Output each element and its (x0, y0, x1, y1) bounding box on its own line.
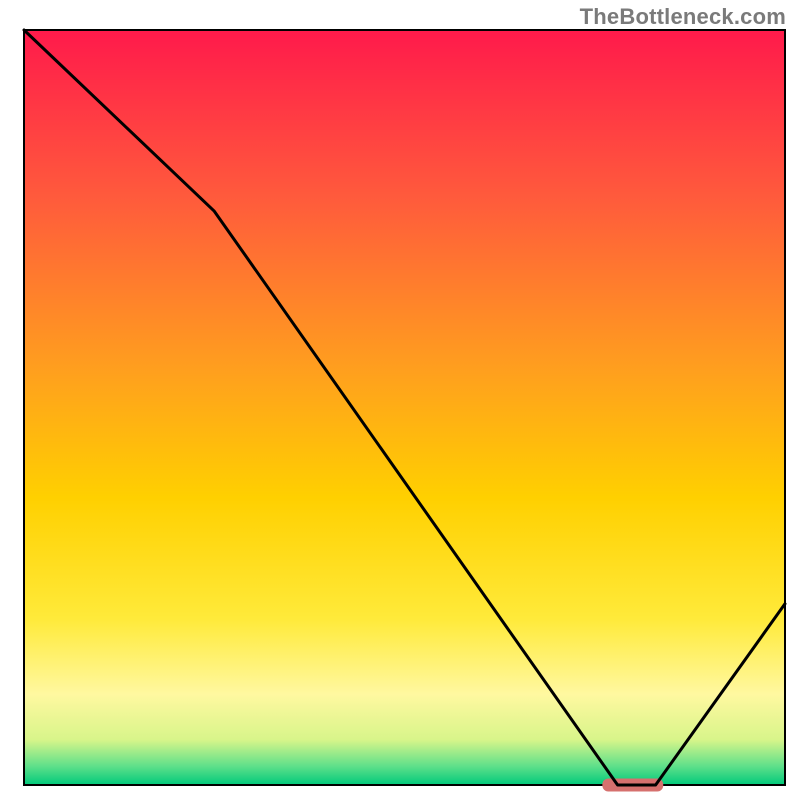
watermark-text: TheBottleneck.com (580, 4, 786, 30)
chart-plot-area (24, 30, 785, 785)
bottleneck-chart (0, 0, 800, 800)
